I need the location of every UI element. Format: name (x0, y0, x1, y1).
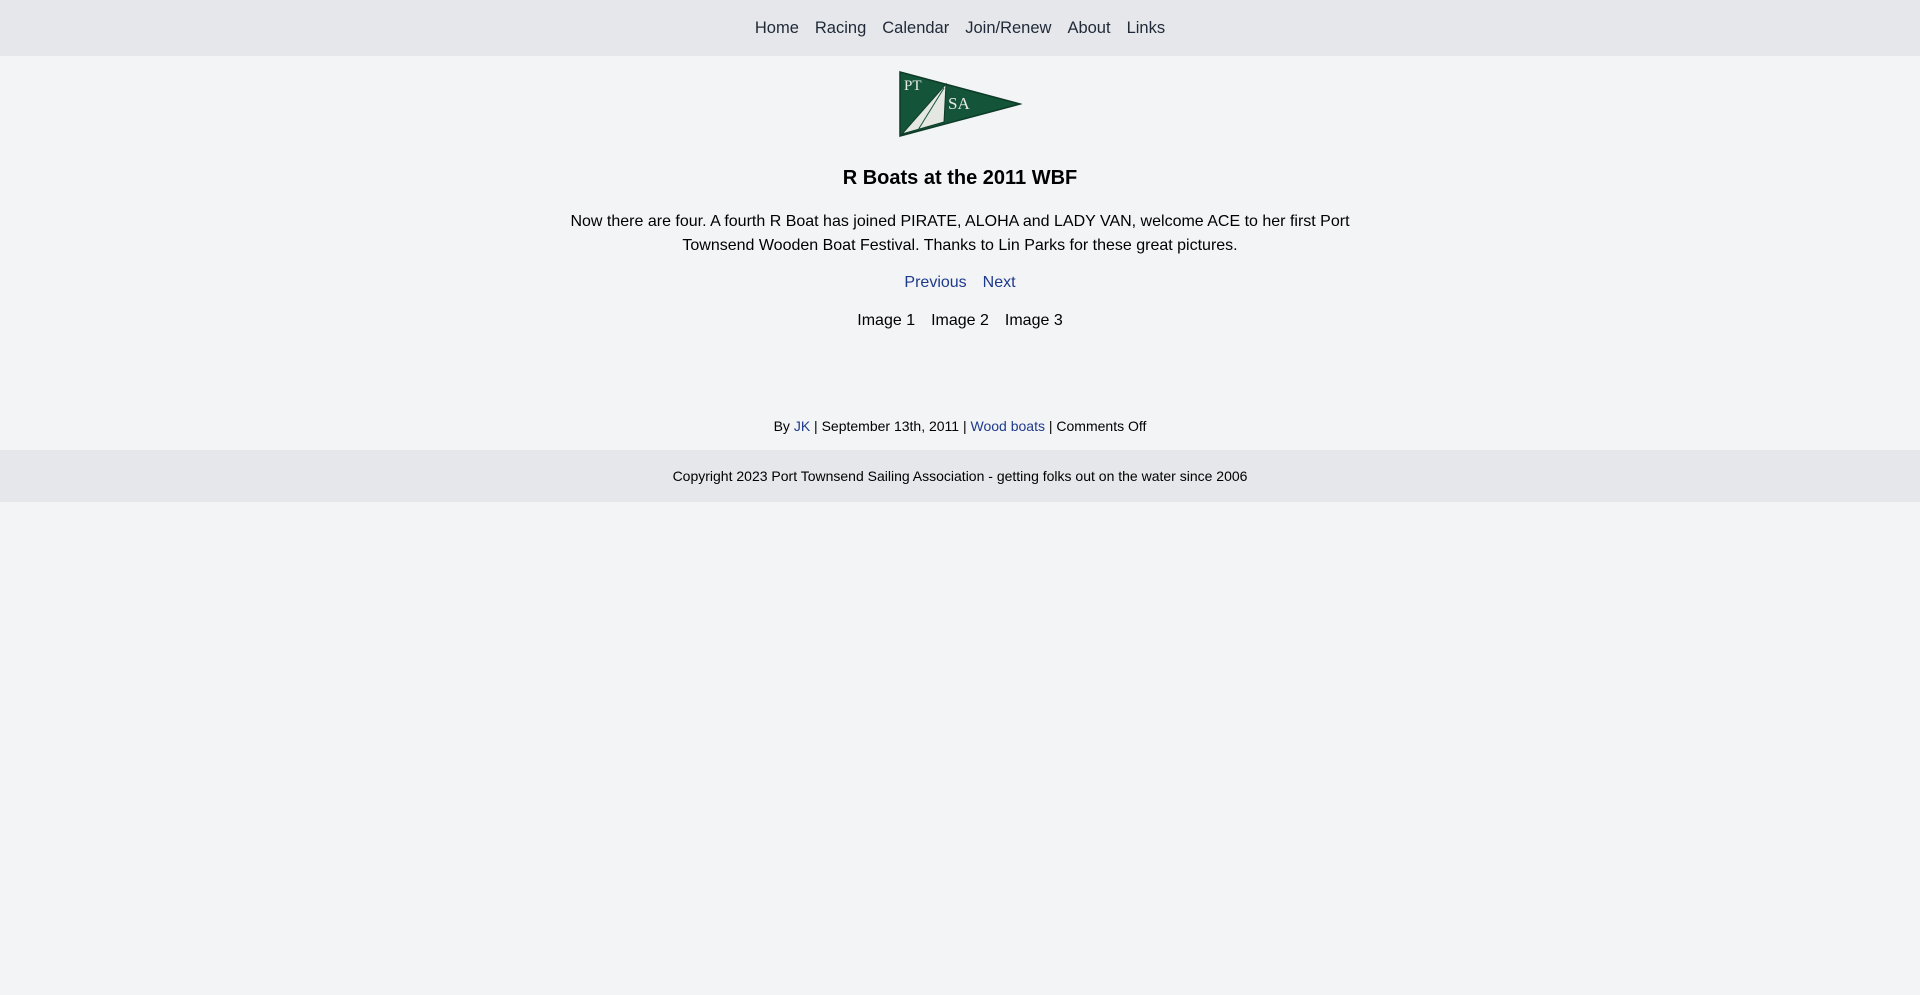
ptsa-pennant-logo[interactable]: PT SA (898, 70, 1022, 138)
logo-pt-text: PT (904, 78, 922, 94)
logo-container: PT SA (0, 56, 1920, 138)
image-2-link[interactable]: Image 2 (931, 312, 989, 330)
meta-separator: | (814, 418, 818, 434)
meta-by-prefix: By (773, 418, 790, 434)
meta-separator: | (1048, 418, 1053, 434)
image-1-link[interactable]: Image 1 (857, 312, 915, 330)
copyright-text: Copyright 2023 Port Townsend Sailing Ass… (672, 468, 1248, 484)
site-footer: Copyright 2023 Port Townsend Sailing Ass… (0, 450, 1920, 502)
nav-join-renew-link[interactable]: Join/Renew (965, 19, 1051, 38)
nav-racing-link[interactable]: Racing (815, 19, 866, 38)
author-link[interactable]: JK (794, 418, 810, 434)
comments-status: Comments Off (1056, 418, 1147, 434)
post-description: Now there are four. A fourth R Boat has … (570, 213, 1350, 254)
post-pager: Previous Next (0, 274, 1920, 292)
image-list: Image 1 Image 2 Image 3 (0, 312, 1920, 330)
image-3-link[interactable]: Image 3 (1005, 312, 1063, 330)
meta-separator: | (962, 418, 967, 434)
next-link[interactable]: Next (983, 274, 1016, 292)
nav-links-link[interactable]: Links (1127, 19, 1166, 38)
previous-link[interactable]: Previous (904, 274, 966, 292)
post-meta: By JK | September 13th, 2011 | Wood boat… (0, 418, 1920, 434)
nav-about-link[interactable]: About (1067, 19, 1110, 38)
category-link[interactable]: Wood boats (971, 418, 1045, 434)
logo-sa-text: SA (948, 94, 970, 113)
post-title: R Boats at the 2011 WBF (842, 167, 1078, 189)
top-navigation: Home Racing Calendar Join/Renew About Li… (0, 0, 1920, 56)
nav-home-link[interactable]: Home (755, 19, 799, 38)
post-date: September 13th, 2011 (821, 418, 960, 434)
nav-calendar-link[interactable]: Calendar (882, 19, 949, 38)
